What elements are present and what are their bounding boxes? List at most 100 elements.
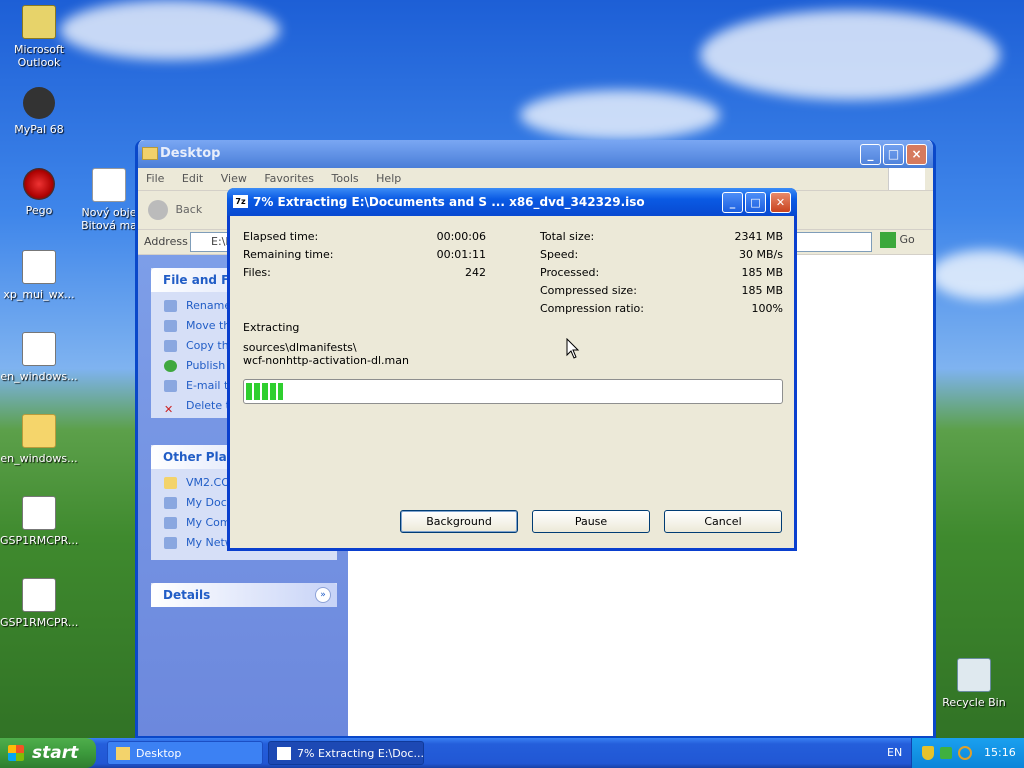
7zip-icon [277,747,291,760]
move-icon [164,320,177,332]
desktop-icon-mypal[interactable]: MyPal 68 [0,87,78,136]
folder-icon [116,747,130,760]
back-label: Back [175,203,203,216]
delete-icon: ✕ [164,403,174,416]
minimize-icon[interactable]: _ [860,144,881,165]
minimize-icon[interactable]: _ [722,192,743,213]
my-documents-icon [164,497,177,509]
security-shield-icon[interactable] [922,746,934,760]
desktop-icon-en-windows-iso[interactable]: en_windows... [0,332,78,383]
cancel-button[interactable]: Cancel [664,510,782,533]
explorer-title-bar[interactable]: Desktop _ □ × [138,140,933,168]
current-path: sources\dlmanifests\ [243,341,357,354]
desktop-icon-label: Recycle Bin [942,696,1006,709]
address-label: Address [144,235,188,248]
compression-ratio-value: 100% [751,302,783,315]
background-button[interactable]: Background [400,510,518,533]
menu-tools[interactable]: Tools [332,172,359,185]
taskbar-item-desktop[interactable]: Desktop [107,741,263,765]
mouse-cursor-icon [566,338,580,359]
pego-icon [23,168,55,200]
compressed-size-value: 185 MB [741,284,783,297]
desktop-icon-label: en_windows... [0,370,78,383]
expand-chevron-icon[interactable]: » [315,587,331,603]
details-panel: Details » [151,583,337,607]
iso-file-icon [22,332,56,366]
language-indicator[interactable]: EN [887,738,902,768]
go-label: Go [899,233,915,246]
clock[interactable]: 15:16 [984,738,1016,768]
speed-label: Speed: [540,248,579,261]
dialog-title: 7% Extracting E:\Documents and S ... x86… [253,195,645,209]
folder-icon [164,477,177,489]
progress-bar [243,379,783,404]
menu-edit[interactable]: Edit [182,172,203,185]
desktop-icon-label: Microsoft Outlook [13,43,65,69]
menu-view[interactable]: View [221,172,247,185]
files-label: Files: [243,266,271,279]
taskbar-item-extracting[interactable]: 7% Extracting E:\Doc... [268,741,424,765]
back-button[interactable]: Back [148,200,202,220]
search-icon[interactable] [958,746,972,760]
details-title[interactable]: Details [151,583,337,607]
desktop-icon-label: MyPal 68 [14,123,64,136]
desktop-icon-recycle-bin[interactable]: Recycle Bin [935,658,1013,709]
desktop-icon-label: GSP1RMCPR... [0,616,79,629]
status-text: Extracting [243,321,300,334]
total-size-label: Total size: [540,230,595,243]
compression-ratio-label: Compression ratio: [540,302,644,315]
desktop-icon-label: en_windows... [0,452,78,465]
explorer-title: Desktop [160,146,221,161]
menu-favorites[interactable]: Favorites [264,172,314,185]
go-button[interactable]: Go [880,232,915,248]
file-icon [22,250,56,284]
compressed-size-label: Compressed size: [540,284,637,297]
windows-flag-icon [8,745,24,761]
desktop-icon-xp-mui[interactable]: xp_mui_wx... [0,250,78,301]
mypal-icon [23,87,55,119]
current-file: wcf-nonhttp-activation-dl.man [243,354,409,367]
maximize-icon[interactable]: □ [883,144,904,165]
menu-help[interactable]: Help [376,172,401,185]
elapsed-time-label: Elapsed time: [243,230,319,243]
processed-value: 185 MB [741,266,783,279]
go-arrow-icon [880,232,896,248]
start-button[interactable]: start [0,738,96,768]
my-network-icon [164,537,177,549]
rename-icon [164,300,177,312]
desktop-icon-label: xp_mui_wx... [3,288,75,301]
desktop-icon-label: Pego [25,204,53,217]
folder-icon [142,147,158,160]
publish-icon [164,360,177,372]
recycle-bin-icon [957,658,991,692]
elapsed-time-value: 00:00:06 [436,230,486,243]
close-icon[interactable]: ✕ [770,192,791,213]
processed-label: Processed: [540,266,600,279]
desktop-icon-label: GSP1RMCPR... [0,534,79,547]
desktop-icon-en-windows-folder[interactable]: en_windows... [0,414,78,465]
taskbar: start Desktop 7% Extracting E:\Doc... EN… [0,738,1024,768]
total-size-value: 2341 MB [734,230,783,243]
task-label: 7% Extracting E:\Doc... [297,747,424,760]
folder-icon [22,414,56,448]
pause-button[interactable]: Pause [532,510,650,533]
7zip-icon: 7z [233,195,248,208]
network-icon[interactable] [940,747,952,759]
maximize-icon[interactable]: □ [745,192,766,213]
windows-logo-icon [888,168,925,190]
desktop-icon-gsp1-2[interactable]: GSP1RMCPR... [0,578,78,629]
extract-dialog: 7z 7% Extracting E:\Documents and S ... … [227,188,797,551]
desktop-icon-pego[interactable]: Pego [0,168,78,217]
back-arrow-icon [148,200,168,220]
start-label: start [32,743,79,763]
system-tray: 15:16 [911,738,1024,768]
close-icon[interactable]: × [906,144,927,165]
iso-file-icon [22,578,56,612]
desktop-icon-gsp1-1[interactable]: GSP1RMCPR... [0,496,78,547]
dialog-title-bar[interactable]: 7z 7% Extracting E:\Documents and S ... … [227,188,797,216]
copy-icon [164,340,177,352]
iso-file-icon [22,496,56,530]
progress-fill [246,383,283,400]
desktop-icon-outlook[interactable]: Microsoft Outlook [0,5,78,69]
menu-file[interactable]: File [146,172,164,185]
